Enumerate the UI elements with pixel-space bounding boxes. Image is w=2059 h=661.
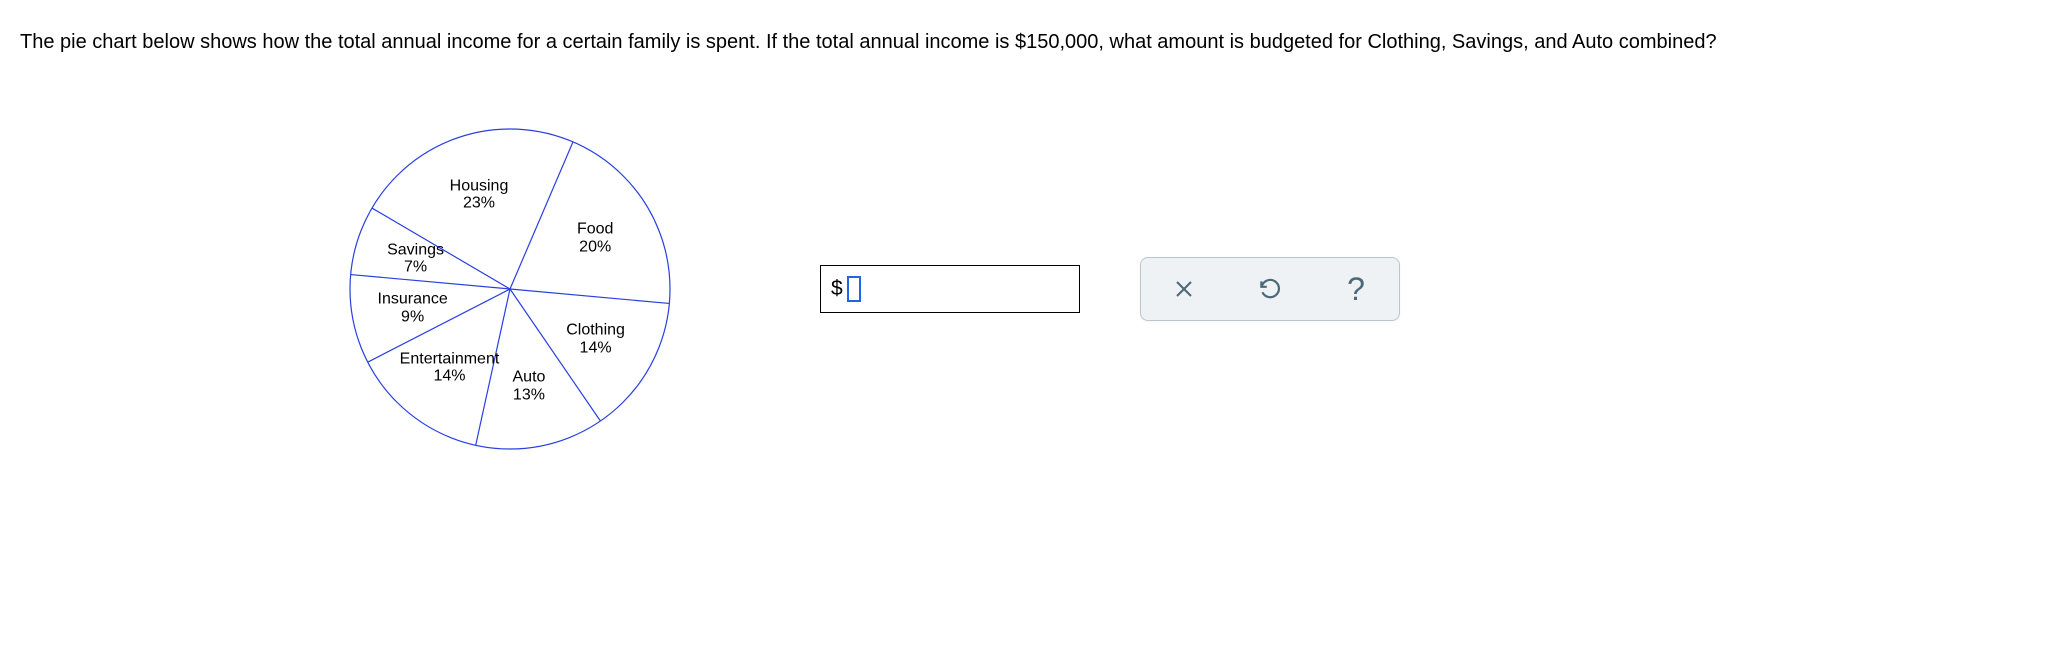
- slice-label: Housing23%: [450, 177, 509, 212]
- help-button[interactable]: ?: [1326, 265, 1386, 313]
- slice-label: Insurance9%: [377, 290, 447, 325]
- help-icon: ?: [1347, 271, 1365, 308]
- answer-input-box[interactable]: $: [820, 265, 1080, 313]
- answer-input[interactable]: [865, 266, 1045, 312]
- slice-label: Auto13%: [512, 369, 545, 404]
- input-cursor: [847, 276, 861, 302]
- currency-symbol: $: [831, 277, 843, 301]
- close-icon: [1172, 277, 1196, 301]
- slice-label: Clothing14%: [566, 322, 625, 357]
- undo-icon: [1257, 276, 1283, 302]
- question-text: The pie chart below shows how the total …: [20, 25, 2039, 59]
- toolbox: ?: [1140, 257, 1400, 321]
- slice-label: Entertainment14%: [400, 350, 500, 385]
- clear-button[interactable]: [1154, 265, 1214, 313]
- reset-button[interactable]: [1240, 265, 1300, 313]
- slice-label: Food20%: [577, 221, 613, 256]
- slice-label: Savings7%: [387, 241, 444, 276]
- pie-chart: Housing23% Food20% Clothing14% Auto13% Enter…: [340, 119, 680, 459]
